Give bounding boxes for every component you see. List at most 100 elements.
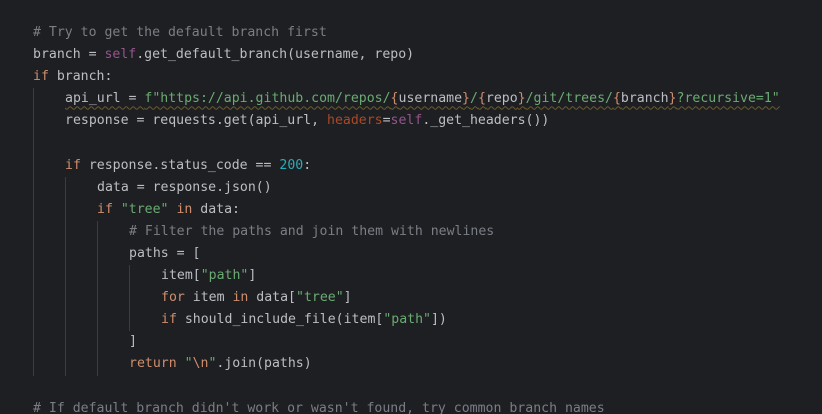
code-line[interactable]: branch = self.get_default_branch(usernam… [33, 44, 780, 66]
code-token: } [517, 91, 526, 107]
code-line[interactable]: paths = [ [33, 242, 780, 266]
code-line[interactable]: ] [33, 331, 780, 354]
code-line-content: ] [129, 334, 137, 349]
code-line[interactable]: if "tree" in data: [33, 198, 780, 221]
code-token: ._get_headers()) [422, 113, 550, 129]
code-line-content: api_url = f"https://api.github.com/repos… [65, 91, 780, 106]
code-token: { [612, 91, 621, 107]
code-token: "path" [200, 268, 249, 284]
code-token: if [161, 312, 177, 328]
code-token: if [65, 157, 81, 173]
indent-guide [33, 154, 34, 177]
indent-guide [65, 309, 66, 332]
code-token: # Try to get the default branch first [33, 25, 327, 40]
code-token: "tree" [296, 290, 344, 306]
code-token: ]) [430, 312, 447, 328]
indent-guide [97, 287, 98, 310]
code-token: response.status_code == [80, 157, 280, 173]
code-token: paths = [ [129, 245, 201, 261]
indent-guide [65, 287, 66, 310]
code-line[interactable]: if response.status_code == 200: [33, 154, 780, 177]
indent-guide [33, 309, 34, 332]
code-token: } [462, 91, 470, 107]
code-editor[interactable]: # Try to get the default branch first bra… [0, 0, 822, 414]
code-token: .join(paths) [216, 356, 312, 372]
code-line[interactable]: # Filter the paths and join them with ne… [33, 220, 780, 243]
code-token: item[ [161, 268, 201, 284]
code-line[interactable]: response = requests.get(api_url, headers… [33, 110, 780, 133]
code-token: 200 [279, 157, 304, 173]
code-line[interactable] [33, 376, 780, 398]
code-token: "path" [383, 312, 431, 328]
code-line[interactable]: # If default branch didn't work or wasn'… [33, 398, 780, 414]
code-line[interactable]: # Try to get the default branch first [33, 22, 780, 44]
indent-guide [33, 353, 34, 376]
code-token: data = response.json() [97, 179, 272, 195]
code-token: \n [192, 356, 209, 372]
code-line[interactable]: api_url = f"https://api.github.com/repos… [33, 88, 780, 111]
code-line[interactable]: for item in data["tree"] [33, 287, 780, 310]
indent-guide [97, 331, 98, 354]
code-token: ?recursive=1" [676, 91, 780, 107]
code-line-content: # If default branch didn't work or wasn'… [33, 401, 605, 414]
code-token: data: [192, 201, 240, 217]
indent-guide [33, 287, 34, 310]
indent-guide [65, 242, 66, 266]
code-token: branch: [48, 69, 113, 85]
code-token: in [232, 290, 249, 306]
code-token: api_url = [65, 91, 145, 107]
code-token: response = requests.get(api_url, [65, 113, 328, 129]
code-line[interactable] [33, 132, 780, 155]
code-token: ] [248, 268, 257, 284]
indent-guide [33, 242, 34, 266]
code-line-content: response = requests.get(api_url, headers… [65, 113, 549, 128]
code-token: data[ [248, 290, 296, 306]
code-line[interactable]: if should_include_file(item["path"]) [33, 309, 780, 332]
code-line-content: data = response.json() [97, 180, 272, 195]
indent-guide [33, 88, 34, 111]
code-line[interactable]: return "\n".join(paths) [33, 353, 780, 376]
indent-guide [97, 242, 98, 266]
code-line-content: if "tree" in data: [97, 202, 240, 217]
code-line-content: paths = [ [129, 246, 200, 261]
code-token: = [382, 113, 391, 129]
code-token: self [390, 113, 423, 129]
code-token: headers [327, 113, 383, 129]
code-line-content: if response.status_code == 200: [65, 158, 311, 173]
code-token: username [398, 91, 463, 107]
code-token: ] [129, 334, 137, 350]
code-line-content: return "\n".join(paths) [129, 356, 312, 371]
code-token: if [97, 201, 113, 217]
indent-guide [97, 220, 98, 243]
code-token: self [104, 47, 137, 63]
code-token: : [303, 157, 312, 173]
code-token: "tree" [120, 201, 169, 217]
indent-guide [65, 198, 66, 221]
code-line[interactable]: data = response.json() [33, 176, 780, 199]
code-token: branch [620, 91, 669, 107]
indent-guide [65, 353, 66, 376]
indent-guide [97, 265, 98, 288]
code-line-content: branch = self.get_default_branch(usernam… [33, 47, 414, 62]
indent-guide [65, 220, 66, 243]
code-token: for [161, 290, 185, 306]
code-token: ] [343, 290, 352, 306]
code-token: .get_default_branch(username, repo) [136, 47, 415, 63]
indent-guide [65, 331, 66, 354]
indent-guide [33, 265, 34, 288]
code-line-content: # Try to get the default branch first [33, 25, 327, 40]
indent-guide [33, 198, 34, 221]
indent-guide [129, 265, 130, 288]
code-token: # If default branch didn't work or wasn'… [33, 400, 605, 414]
indent-guide [129, 309, 130, 332]
indent-guide [33, 331, 34, 354]
code-token: / [469, 91, 478, 107]
code-token: f"https://api.github.com/repos/ [144, 91, 391, 107]
code-line[interactable]: item["path"] [33, 265, 780, 288]
indent-guide [97, 309, 98, 332]
code-area[interactable]: # Try to get the default branch first bra… [33, 22, 780, 414]
code-line[interactable]: if branch: [33, 66, 780, 88]
code-token: return [129, 356, 177, 372]
